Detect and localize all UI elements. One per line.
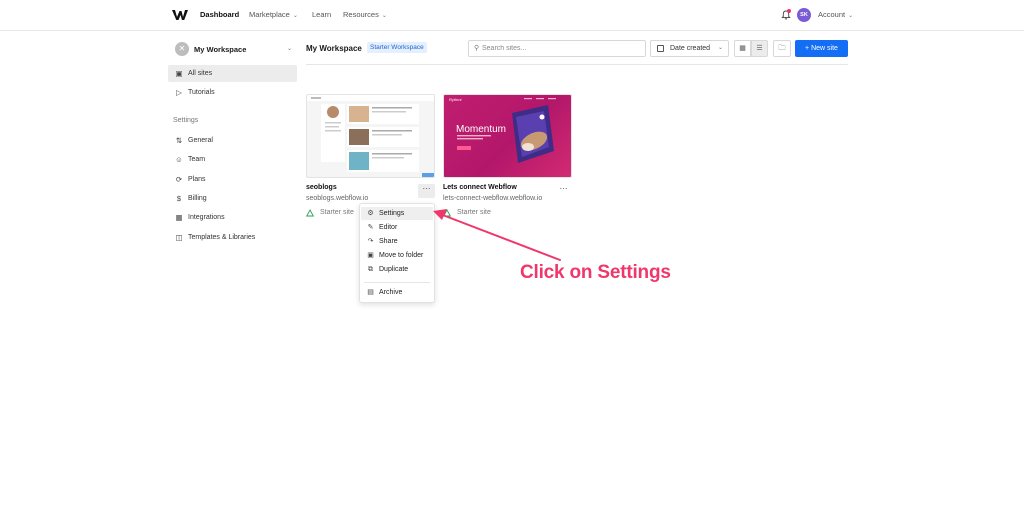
blog-preview-image [307, 95, 434, 177]
sidebar-item-plans[interactable]: ⟳ Plans [168, 171, 297, 188]
site-options-menu: ⚙ Settings ✎ Editor ↷ Share ▣ Move to folder… [359, 203, 435, 303]
calendar-icon [657, 45, 664, 52]
site-plan-label: Starter site [320, 209, 354, 216]
team-icon: ☺ [175, 155, 183, 164]
sidebar-item-integrations[interactable]: ▦ Integrations [168, 209, 297, 226]
duplicate-icon: ⧉ [368, 266, 373, 273]
webflow-logo-icon[interactable] [172, 9, 188, 21]
search-box[interactable]: ⚲ [468, 40, 646, 57]
account-menu[interactable]: Account ⌄ [818, 10, 853, 19]
menu-item-editor[interactable]: ✎ Editor [361, 221, 433, 234]
grid-icon: ▦ [739, 45, 746, 52]
sidebar-item-billing[interactable]: $ Billing [168, 190, 297, 207]
annotation-text: Click on Settings [520, 262, 671, 283]
folder-icon: ▣ [175, 69, 183, 78]
chevron-down-icon: ⌄ [292, 13, 298, 19]
nav-marketplace[interactable]: Marketplace ⌄ [249, 10, 298, 19]
folder-icon: ▣ [367, 252, 374, 259]
sidebar-settings-heading: Settings [173, 117, 199, 124]
integrations-icon: ▦ [175, 213, 183, 222]
avatar[interactable]: SK [797, 8, 811, 22]
search-icon: ⚲ [474, 45, 480, 52]
menu-item-settings[interactable]: ⚙ Settings [361, 207, 433, 220]
new-folder-button[interactable]: 🗀 [773, 40, 791, 57]
pencil-icon: ✎ [367, 224, 374, 231]
chevron-down-icon: ⌄ [381, 13, 387, 19]
site-name[interactable]: seoblogs [306, 184, 337, 191]
site-options-button[interactable]: ··· [555, 184, 572, 198]
header-divider [306, 64, 848, 65]
site-name[interactable]: Lets connect Webflow [443, 184, 517, 191]
chevron-down-icon: ⌄ [717, 45, 723, 51]
gear-icon: ⚙ [367, 210, 374, 217]
sidebar-item-templates[interactable]: ◫ Templates & Libraries [168, 229, 297, 246]
grid-view-button[interactable]: ▦ [734, 40, 751, 57]
workspace-plan-badge: Starter Workspace [367, 42, 427, 53]
nav-resources[interactable]: Resources ⌄ [343, 10, 387, 19]
chevron-down-icon: ⌄ [848, 13, 854, 19]
workspace-switcher[interactable]: My Workspace [194, 45, 246, 54]
new-site-button[interactable]: + New site [795, 40, 848, 57]
thumbnail-title: Momentum [456, 124, 507, 135]
sidebar-item-all-sites[interactable]: ▣ All sites [168, 65, 297, 82]
sidebar-item-team[interactable]: ☺ Team [168, 151, 297, 168]
list-icon: ☰ [756, 45, 763, 52]
momentum-preview-image: Rythmi [449, 97, 556, 163]
menu-divider [364, 282, 430, 283]
search-input[interactable] [482, 43, 642, 54]
book-icon: ◫ [175, 233, 183, 242]
dollar-icon: $ [176, 194, 182, 203]
nav-learn[interactable]: Learn [312, 10, 331, 19]
annotation-arrow-icon [433, 209, 561, 261]
page-title: My Workspace [306, 44, 362, 53]
menu-item-duplicate[interactable]: ⧉ Duplicate [361, 263, 433, 276]
starter-plan-icon [306, 209, 314, 217]
menu-item-archive[interactable]: ▤ Archive [361, 286, 433, 299]
site-url[interactable]: lets-connect-webflow.webflow.io [443, 195, 542, 202]
share-icon: ↷ [367, 238, 374, 245]
sliders-icon: ⇅ [175, 136, 183, 145]
sort-dropdown[interactable]: Date created ⌄ [650, 40, 729, 57]
top-navbar [0, 0, 1024, 31]
menu-item-move-to-folder[interactable]: ▣ Move to folder [361, 249, 433, 262]
plans-icon: ⟳ [175, 175, 183, 184]
site-thumbnail-seoblogs[interactable] [306, 94, 435, 178]
notification-dot [787, 9, 791, 13]
site-thumbnail-lets-connect-webflow[interactable]: Rythmi Momentum [443, 94, 572, 178]
chevron-down-icon[interactable]: ⌄ [287, 45, 292, 52]
folder-plus-icon: 🗀 [778, 45, 786, 52]
nav-dashboard[interactable]: Dashboard [200, 10, 239, 19]
menu-item-share[interactable]: ↷ Share [361, 235, 433, 248]
site-options-button[interactable]: ··· [418, 184, 435, 198]
video-icon: ▷ [176, 88, 182, 97]
list-view-button[interactable]: ☰ [751, 40, 768, 57]
workspace-icon: ✕ [175, 42, 189, 56]
svg-text:Rythmi: Rythmi [449, 97, 462, 102]
archive-icon: ▤ [367, 289, 374, 296]
sidebar-item-tutorials[interactable]: ▷ Tutorials [168, 84, 297, 101]
site-url[interactable]: seoblogs.webflow.io [306, 195, 368, 202]
sidebar-item-general[interactable]: ⇅ General [168, 132, 297, 149]
